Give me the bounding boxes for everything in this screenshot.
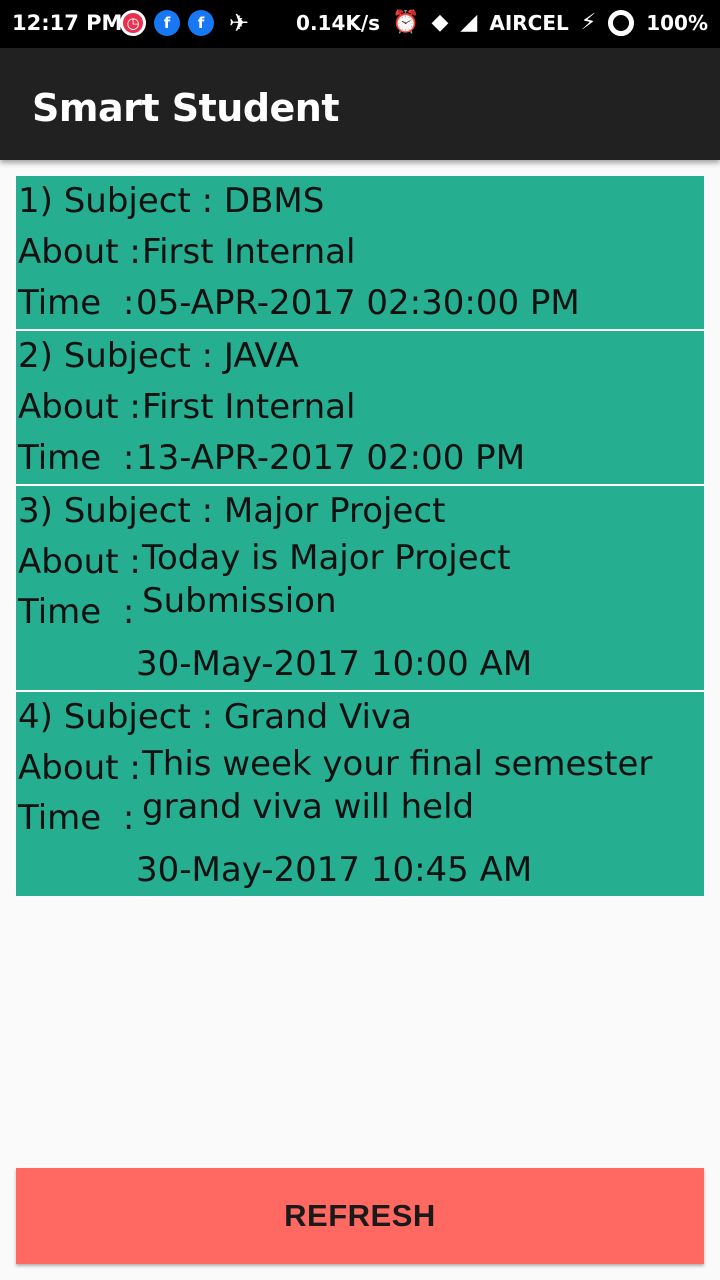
subject-value: JAVA	[223, 336, 299, 376]
subject-row: 1) Subject : DBMS	[18, 176, 704, 227]
about-time-block: About : This week your final semester gr…	[18, 743, 704, 845]
carrier-name: AIRCEL	[489, 11, 569, 35]
subject-value: Major Project	[223, 491, 446, 531]
notice-index: 4)	[18, 697, 53, 737]
about-label: About :	[18, 748, 152, 788]
about-label: About :	[18, 232, 152, 272]
notice-list: 1) Subject : DBMS About : First Internal…	[16, 176, 704, 896]
about-value: This week your final semester grand viva…	[142, 744, 653, 827]
notice-card[interactable]: 4) Subject : Grand Viva About : This wee…	[16, 692, 704, 896]
time-label: Time :	[18, 438, 146, 478]
status-time: 12:17 PM	[12, 11, 123, 35]
subject-label: Subject :	[63, 491, 224, 531]
time-row: Time : 13-APR-2017 02:00 PM	[18, 433, 704, 484]
net-speed: 0.14K/s	[296, 11, 381, 35]
subject-value: Grand Viva	[223, 697, 412, 737]
time-label: Time :	[18, 283, 146, 323]
app-title: Smart Student	[32, 86, 340, 130]
about-value: First Internal	[142, 232, 356, 272]
signal-icon: ◢	[460, 10, 478, 35]
time-value: 05-APR-2017 02:30:00 PM	[136, 283, 580, 323]
status-bar: 12:17 PM ◷ f f ✈ 0.14K/s ⏰ ◆ ◢ AIRCEL ⚡ …	[0, 0, 720, 48]
about-value: First Internal	[142, 387, 356, 427]
notice-card[interactable]: 2) Subject : JAVA About : First Internal…	[16, 331, 704, 486]
subject-label: Subject :	[63, 697, 224, 737]
subject-label: Subject :	[63, 336, 224, 376]
notice-index: 1)	[18, 181, 53, 221]
status-right: 0.14K/s ⏰ ◆ ◢ AIRCEL ⚡ 100%	[296, 10, 708, 36]
subject-value: DBMS	[223, 181, 325, 221]
notice-card[interactable]: 1) Subject : DBMS About : First Internal…	[16, 176, 704, 331]
time-value: 30-May-2017 10:45 AM	[136, 850, 533, 890]
time-value: 13-APR-2017 02:00 PM	[136, 438, 526, 478]
time-row: Time : 05-APR-2017 02:30:00 PM	[18, 278, 704, 329]
notice-index: 2)	[18, 336, 53, 376]
about-label: About :	[18, 387, 152, 427]
notification-app-icon: ◷	[120, 10, 146, 36]
battery-icon	[608, 10, 635, 36]
charging-icon: ⚡	[580, 10, 597, 35]
time-label: Time :	[18, 592, 146, 632]
notification-icons: ◷ f f ✈	[120, 9, 256, 37]
notice-card[interactable]: 3) Subject : Major Project About : Today…	[16, 486, 704, 692]
facebook-icon: f	[188, 10, 214, 36]
about-row: About : First Internal	[18, 227, 704, 278]
plane-icon: ✈	[228, 9, 250, 37]
about-row: About : First Internal	[18, 382, 704, 433]
wifi-icon: ◆	[431, 10, 449, 35]
about-label: About :	[18, 542, 152, 582]
about-time-block: About : Today is Major Project Submissio…	[18, 537, 704, 639]
time-label: Time :	[18, 798, 146, 838]
about-value: Today is Major Project Submission	[142, 538, 511, 621]
alarm-icon: ⏰	[392, 10, 420, 35]
refresh-button[interactable]: REFRESH	[16, 1168, 704, 1264]
app-bar: Smart Student	[0, 48, 720, 160]
battery-level: 100%	[646, 11, 708, 35]
subject-label: Subject :	[63, 181, 224, 221]
notice-index: 3)	[18, 491, 53, 531]
time-value: 30-May-2017 10:00 AM	[136, 644, 533, 684]
facebook-icon: f	[154, 10, 180, 36]
subject-row: 4) Subject : Grand Viva	[18, 692, 704, 743]
subject-row: 2) Subject : JAVA	[18, 331, 704, 382]
subject-row: 3) Subject : Major Project	[18, 486, 704, 537]
